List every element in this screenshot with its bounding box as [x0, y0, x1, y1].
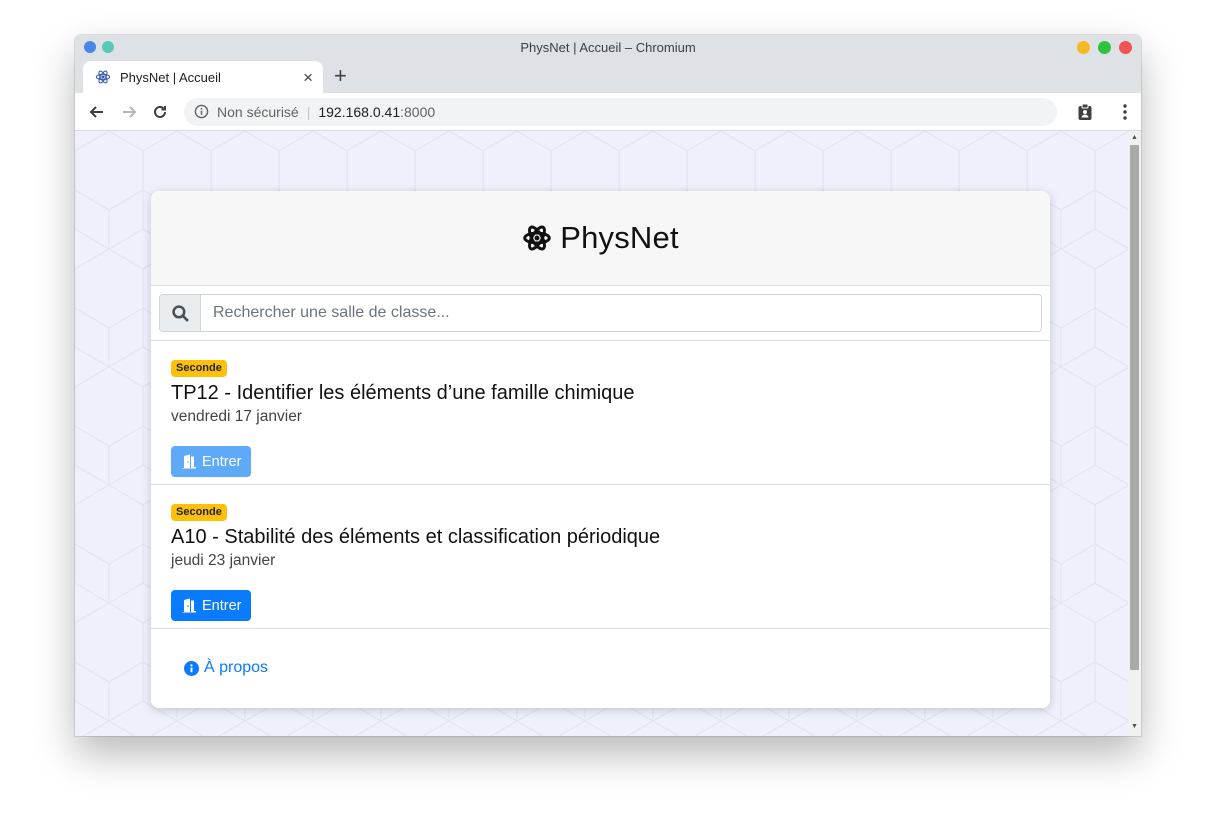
arrow-right-icon — [122, 105, 136, 118]
search-group — [159, 294, 1042, 332]
scrollbar-thumb[interactable] — [1130, 145, 1139, 670]
card-header: PhysNet — [151, 191, 1050, 286]
vertical-scrollbar[interactable]: ▲ ▼ — [1128, 131, 1141, 736]
brand-name: PhysNet — [560, 220, 679, 255]
window-controls-left — [84, 41, 114, 53]
security-status[interactable]: Non sécurisé — [217, 104, 299, 120]
kebab-menu-icon — [1123, 103, 1127, 120]
search-addon — [160, 295, 201, 331]
url-port: :8000 — [400, 103, 436, 120]
door-open-icon — [182, 454, 196, 469]
browser-window: PhysNet | Accueil – Chromium PhysNet | A… — [75, 35, 1141, 736]
info-circle-icon — [184, 660, 199, 676]
forward-button[interactable] — [113, 96, 145, 128]
title-bar: PhysNet | Accueil – Chromium — [75, 35, 1141, 59]
minimize-button[interactable] — [1077, 41, 1090, 54]
browser-toolbar: Non sécurisé | 192.168.0.41:8000 — [75, 93, 1141, 131]
level-badge: Seconde — [171, 504, 227, 521]
scroll-down-arrow-icon[interactable]: ▼ — [1131, 723, 1138, 731]
window-title: PhysNet | Accueil – Chromium — [520, 39, 696, 55]
url-host: 192.168.0.41 — [318, 103, 401, 120]
maximize-button[interactable] — [1098, 41, 1111, 54]
tab-close-icon[interactable]: × — [303, 69, 313, 86]
back-button[interactable] — [81, 96, 113, 128]
arrow-left-icon — [89, 105, 103, 118]
list-item: Seconde TP12 - Identifier les éléments d… — [151, 341, 1050, 485]
menu-button[interactable] — [1109, 96, 1141, 128]
room-date: vendredi 17 janvier — [171, 408, 302, 425]
enter-button-label: Entrer — [202, 597, 242, 614]
level-badge: Seconde — [171, 360, 227, 377]
about-link[interactable]: À propos — [184, 659, 268, 677]
window-controls — [1077, 41, 1132, 54]
brand: PhysNet — [522, 220, 679, 256]
new-tab-button[interactable]: + — [334, 64, 347, 88]
atom-icon — [523, 225, 552, 251]
tab-physnet-accueil[interactable]: PhysNet | Accueil × — [83, 61, 323, 93]
page-viewport: PhysNet Seconde TP12 - Identifier les él… — [75, 131, 1128, 736]
door-open-icon — [182, 598, 196, 613]
list-item: Seconde A10 - Stabilité des éléments et … — [151, 485, 1050, 629]
atom-icon — [95, 70, 111, 84]
reload-button[interactable] — [144, 96, 176, 128]
scroll-up-arrow-icon[interactable]: ▲ — [1131, 134, 1138, 142]
info-icon — [194, 104, 209, 119]
search-icon — [171, 304, 189, 322]
address-bar[interactable]: Non sécurisé | 192.168.0.41:8000 — [184, 97, 1057, 126]
toolbar-actions — [1069, 96, 1141, 128]
url-separator: | — [306, 103, 311, 120]
search-row — [151, 286, 1050, 341]
enter-button-label: Entrer — [202, 453, 242, 470]
room-date: jeudi 23 janvier — [171, 552, 276, 569]
chromium-icon — [84, 41, 96, 53]
classroom-card: PhysNet Seconde TP12 - Identifier les él… — [151, 191, 1050, 708]
close-window-button[interactable] — [1119, 41, 1132, 54]
room-title: A10 - Stabilité des éléments et classifi… — [171, 526, 661, 548]
search-input[interactable] — [201, 295, 1041, 331]
room-title: TP12 - Identifier les éléments d’une fam… — [171, 382, 635, 404]
enter-button[interactable]: Entrer — [171, 446, 251, 477]
tab-label: PhysNet | Accueil — [120, 69, 221, 85]
reload-icon — [154, 105, 167, 118]
clipboard-icon — [1078, 103, 1092, 120]
clipboard-button[interactable] — [1069, 96, 1101, 128]
enter-button[interactable]: Entrer — [171, 590, 251, 621]
card-footer: À propos — [151, 629, 1050, 681]
tab-strip: PhysNet | Accueil × + — [75, 59, 1141, 93]
about-link-label: À propos — [204, 659, 269, 676]
pin-icon — [102, 41, 114, 53]
